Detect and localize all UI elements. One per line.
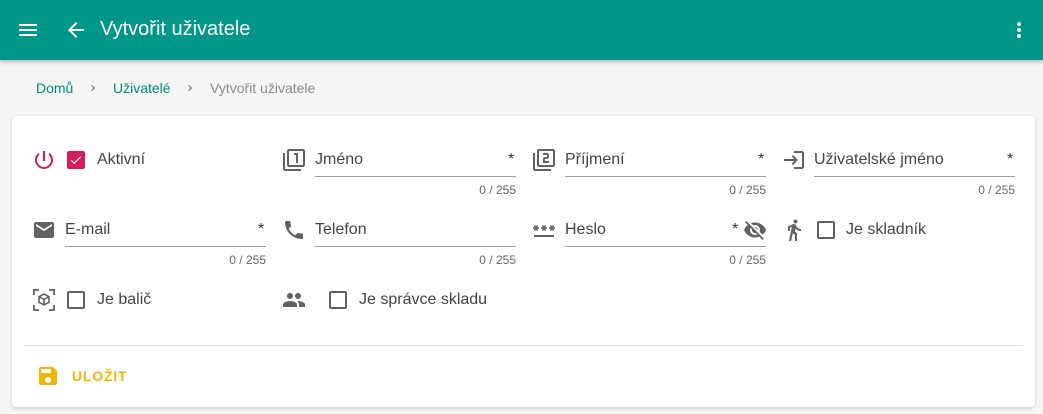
chevron-right-icon bbox=[91, 85, 95, 91]
input-underline bbox=[565, 246, 766, 247]
input-underline bbox=[65, 246, 266, 247]
breadcrumb-current: Vytvořit uživatele bbox=[210, 80, 316, 96]
page-title: Vytvořit uživatele bbox=[100, 18, 251, 40]
input-underline bbox=[315, 176, 516, 177]
warehouseman-checkbox[interactable] bbox=[817, 221, 835, 239]
last-name-input[interactable] bbox=[565, 148, 765, 174]
save-button[interactable]: ULOŽIT bbox=[36, 364, 127, 388]
char-counter: 0 / 255 bbox=[229, 253, 266, 267]
divider bbox=[24, 345, 1023, 346]
check-icon bbox=[70, 156, 82, 165]
arrow-back-icon bbox=[68, 22, 84, 38]
char-counter: 0 / 255 bbox=[729, 253, 766, 267]
phone-input[interactable] bbox=[315, 218, 515, 244]
package-box-icon bbox=[33, 289, 55, 311]
required-mark: * bbox=[508, 151, 515, 168]
active-checkbox[interactable] bbox=[67, 151, 85, 169]
packer-label: Je balič bbox=[97, 291, 152, 308]
filter-2-icon bbox=[533, 149, 555, 171]
password-input[interactable] bbox=[565, 218, 735, 244]
char-counter: 0 / 255 bbox=[479, 253, 516, 267]
input-underline bbox=[565, 176, 766, 177]
first-name-input[interactable] bbox=[315, 148, 515, 174]
more-options-button[interactable] bbox=[1003, 14, 1035, 46]
menu-icon bbox=[19, 24, 37, 36]
required-mark: * bbox=[758, 151, 765, 168]
warehouse-admin-checkbox[interactable] bbox=[329, 291, 347, 309]
breadcrumb-home[interactable]: Domů bbox=[36, 79, 73, 97]
visibility-off-icon[interactable] bbox=[743, 218, 767, 242]
power-icon bbox=[35, 151, 53, 169]
char-counter: 0 / 255 bbox=[729, 183, 766, 197]
email-input[interactable] bbox=[65, 218, 265, 244]
char-counter: 0 / 255 bbox=[479, 183, 516, 197]
email-icon bbox=[34, 222, 54, 238]
login-icon bbox=[784, 151, 804, 169]
walking-person-icon bbox=[788, 219, 801, 241]
filter-1-icon bbox=[283, 149, 305, 171]
char-counter: 0 / 255 bbox=[978, 183, 1015, 197]
input-underline bbox=[814, 176, 1015, 177]
active-label: Aktivní bbox=[97, 151, 146, 168]
input-underline bbox=[315, 246, 516, 247]
warehouse-admin-label: Je správce skladu bbox=[359, 291, 488, 308]
warehouseman-label: Je skladník bbox=[846, 221, 927, 238]
save-label: ULOŽIT bbox=[72, 368, 128, 384]
phone-icon bbox=[285, 221, 303, 239]
save-icon bbox=[39, 367, 57, 385]
people-icon bbox=[283, 293, 305, 307]
required-mark: * bbox=[1007, 151, 1014, 168]
menu-button[interactable] bbox=[12, 14, 44, 46]
packer-checkbox[interactable] bbox=[67, 291, 85, 309]
user-form-card: Aktivní Jméno * 0 / 255 Příjmení * 0 / 2… bbox=[12, 116, 1035, 407]
app-bar: Vytvořit uživatele bbox=[0, 0, 1043, 60]
password-icon bbox=[533, 225, 555, 237]
chevron-right-icon bbox=[188, 85, 192, 91]
username-input[interactable] bbox=[814, 148, 1014, 174]
more-vert-icon bbox=[1017, 22, 1021, 38]
back-button[interactable] bbox=[60, 14, 92, 46]
required-mark: * bbox=[258, 221, 265, 238]
breadcrumb-users[interactable]: Uživatelé bbox=[113, 79, 171, 97]
required-mark: * bbox=[732, 221, 739, 238]
